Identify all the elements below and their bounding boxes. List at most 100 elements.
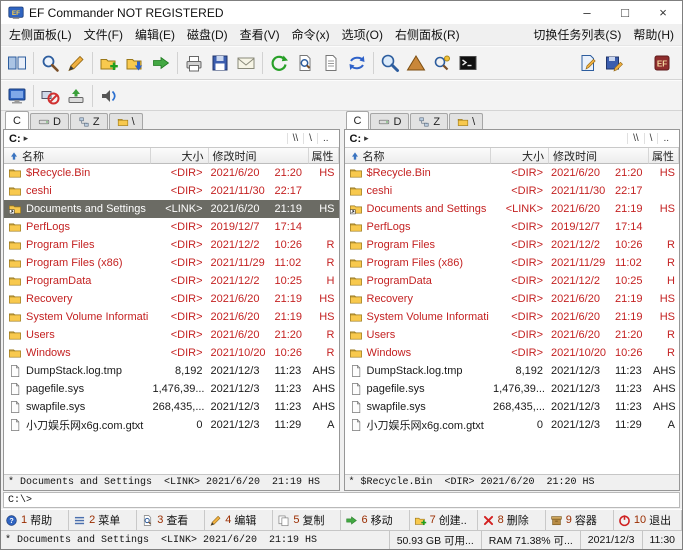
file-row[interactable]: Recovery<DIR>2021/6/2021:19HS	[345, 290, 680, 308]
network-root-button[interactable]: \\	[627, 133, 644, 144]
column-header-attrs[interactable]: 属性	[649, 148, 679, 164]
menu-view[interactable]: 查看(V)	[234, 24, 286, 45]
minimize-button[interactable]: –	[568, 1, 606, 24]
fn-menu-button[interactable]: 2菜单	[69, 510, 137, 530]
swap-panels-button[interactable]	[4, 50, 30, 76]
menu-file[interactable]: 文件(F)	[78, 24, 129, 45]
network-root-button[interactable]: \\	[287, 133, 304, 144]
file-row[interactable]: DumpStack.log.tmp8,1922021/12/311:23AHS	[4, 362, 339, 380]
floppy-button[interactable]	[207, 50, 233, 76]
fn-delete-button[interactable]: 8删除	[478, 510, 546, 530]
column-header-attrs[interactable]: 属性	[309, 148, 339, 164]
fn-view-button[interactable]: 3查看	[137, 510, 205, 530]
zoom-button[interactable]	[377, 50, 403, 76]
sync-button[interactable]	[344, 50, 370, 76]
disk-edit-button[interactable]	[601, 50, 627, 76]
fn-container-button[interactable]: 9容器	[546, 510, 614, 530]
menu-right-panel[interactable]: 右侧面板(R)	[389, 24, 466, 45]
maximize-button[interactable]: □	[606, 1, 644, 24]
move-button[interactable]	[148, 50, 174, 76]
file-row[interactable]: Windows<DIR>2021/10/2010:26R	[345, 344, 680, 362]
column-header-name[interactable]: 名称	[4, 148, 151, 164]
audio-button[interactable]	[96, 83, 122, 109]
edit-button[interactable]	[63, 50, 89, 76]
parent-dir-button[interactable]: ..	[317, 133, 334, 144]
file-row[interactable]: Program Files<DIR>2021/12/210:26R	[4, 236, 339, 254]
file-row[interactable]: ProgramData<DIR>2021/12/210:25H	[4, 272, 339, 290]
command-line[interactable]: C:\>	[3, 492, 680, 508]
search-button[interactable]	[37, 50, 63, 76]
editor-button[interactable]	[575, 50, 601, 76]
drive-tab-d[interactable]: D	[370, 113, 409, 129]
path-dropdown-icon[interactable]: ▸	[24, 133, 29, 144]
drive-tab-root[interactable]: \	[449, 113, 483, 129]
menu-left-panel[interactable]: 左侧面板(L)	[3, 24, 78, 45]
file-row[interactable]: Program Files (x86)<DIR>2021/11/2911:02R	[4, 254, 339, 272]
root-button[interactable]: \	[303, 133, 317, 144]
file-row[interactable]: ceshi<DIR>2021/11/3022:17	[4, 182, 339, 200]
console-button[interactable]	[455, 50, 481, 76]
fn-create-button[interactable]: 7创建..	[410, 510, 478, 530]
view-file-button[interactable]	[318, 50, 344, 76]
column-header-date[interactable]: 修改时间	[549, 148, 649, 164]
file-row[interactable]: Program Files (x86)<DIR>2021/11/2911:02R	[345, 254, 680, 272]
file-row[interactable]: Users<DIR>2021/6/2021:20R	[345, 326, 680, 344]
fn-move-button[interactable]: 6移动	[341, 510, 409, 530]
file-row[interactable]: ProgramData<DIR>2021/12/210:25H	[345, 272, 680, 290]
parent-dir-button[interactable]: ..	[657, 133, 674, 144]
menu-help[interactable]: 帮助(H)	[627, 24, 680, 45]
column-header-size[interactable]: 大小	[491, 148, 549, 164]
ef-logo-button[interactable]: EF	[649, 50, 675, 76]
file-row[interactable]: 小刀娱乐网x6g.com.gtxt02021/12/311:29A	[345, 416, 680, 434]
drive-tab-z[interactable]: Z	[410, 113, 448, 129]
file-row[interactable]: $Recycle.Bin<DIR>2021/6/2021:20HS	[4, 164, 339, 182]
eject-button[interactable]	[63, 83, 89, 109]
file-row[interactable]: System Volume Informati...<DIR>2021/6/20…	[345, 308, 680, 326]
drive-tab-c[interactable]: C	[5, 111, 29, 129]
file-row[interactable]: swapfile.sys268,435,...2021/12/311:23AHS	[345, 398, 680, 416]
fn-help-button[interactable]: ?1帮助	[1, 510, 69, 530]
close-button[interactable]: ×	[644, 1, 682, 24]
file-row[interactable]: PerfLogs<DIR>2019/12/717:14	[4, 218, 339, 236]
drive-tab-c[interactable]: C	[346, 111, 370, 129]
file-row[interactable]: Recovery<DIR>2021/6/2021:19HS	[4, 290, 339, 308]
mail-button[interactable]	[233, 50, 259, 76]
fn-edit-button[interactable]: 4编辑	[205, 510, 273, 530]
fn-exit-button[interactable]: 10退出	[614, 510, 682, 530]
drive-tab-root[interactable]: \	[109, 113, 143, 129]
new-folder-button[interactable]	[96, 50, 122, 76]
file-row[interactable]: 小刀娱乐网x6g.com.gtxt02021/12/311:29A	[4, 416, 339, 434]
file-row[interactable]: ceshi<DIR>2021/11/3022:17	[345, 182, 680, 200]
file-row[interactable]: Program Files<DIR>2021/12/210:26R	[345, 236, 680, 254]
menu-disk[interactable]: 磁盘(D)	[181, 24, 234, 45]
file-row[interactable]: Windows<DIR>2021/10/2010:26R	[4, 344, 339, 362]
column-header-size[interactable]: 大小	[151, 148, 209, 164]
menu-options[interactable]: 选项(O)	[336, 24, 389, 45]
find-file-button[interactable]	[292, 50, 318, 76]
root-button[interactable]: \	[644, 133, 658, 144]
desktop-button[interactable]	[4, 83, 30, 109]
menu-command[interactable]: 命令(x)	[286, 24, 336, 45]
column-header-name[interactable]: 名称	[345, 148, 492, 164]
warning-button[interactable]	[403, 50, 429, 76]
file-row[interactable]: Users<DIR>2021/6/2021:20R	[4, 326, 339, 344]
file-row[interactable]: pagefile.sys1,476,39...2021/12/311:23AHS	[4, 380, 339, 398]
file-row[interactable]: DumpStack.log.tmp8,1922021/12/311:23AHS	[345, 362, 680, 380]
file-row[interactable]: Documents and Settings<LINK>2021/6/2021:…	[4, 200, 339, 218]
file-row[interactable]: pagefile.sys1,476,39...2021/12/311:23AHS	[345, 380, 680, 398]
pack-button[interactable]	[122, 50, 148, 76]
path-dropdown-icon[interactable]: ▸	[364, 133, 369, 144]
print-button[interactable]	[181, 50, 207, 76]
file-row[interactable]: PerfLogs<DIR>2019/12/717:14	[345, 218, 680, 236]
file-row[interactable]: Documents and Settings<LINK>2021/6/2021:…	[345, 200, 680, 218]
fn-copy-button[interactable]: 5复制	[273, 510, 341, 530]
file-row[interactable]: System Volume Informati...<DIR>2021/6/20…	[4, 308, 339, 326]
network-block-button[interactable]	[37, 83, 63, 109]
file-row[interactable]: swapfile.sys268,435,...2021/12/311:23AHS	[4, 398, 339, 416]
refresh-button[interactable]	[266, 50, 292, 76]
column-header-date[interactable]: 修改时间	[209, 148, 309, 164]
drive-tab-d[interactable]: D	[30, 113, 69, 129]
menu-switch-tasklist[interactable]: 切换任务列表(S)	[527, 24, 627, 45]
drive-tab-z[interactable]: Z	[70, 113, 108, 129]
file-row[interactable]: $Recycle.Bin<DIR>2021/6/2021:20HS	[345, 164, 680, 182]
